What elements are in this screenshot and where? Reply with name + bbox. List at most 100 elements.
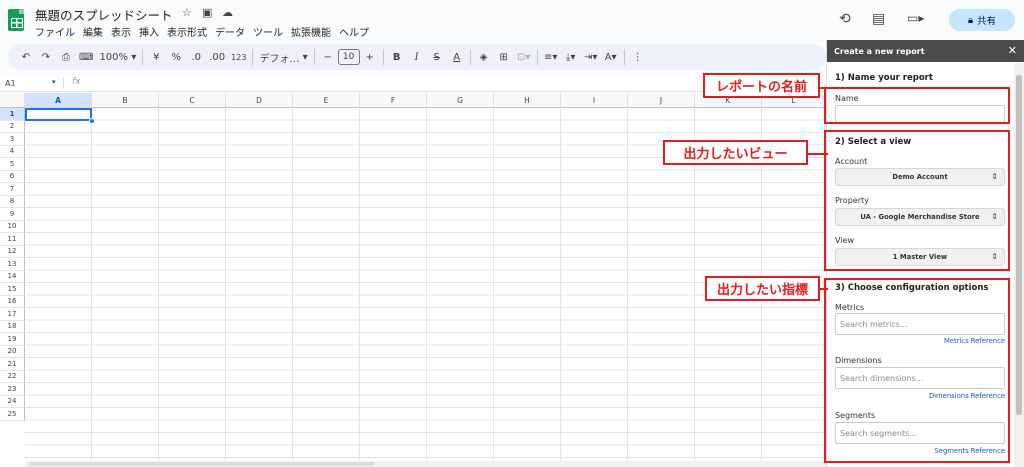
row-header[interactable]: 14 [0, 270, 25, 283]
row-header[interactable]: 25 [0, 408, 25, 421]
panel-title: Create a new report [834, 46, 925, 56]
zoom-select[interactable]: 100% ▾ [96, 47, 139, 67]
menu-format[interactable]: 表示形式 [167, 24, 207, 39]
italic-icon[interactable]: I [407, 47, 427, 67]
selected-cell[interactable] [25, 108, 92, 121]
row-header[interactable]: 1 [0, 108, 25, 121]
sheets-logo-icon[interactable] [8, 9, 24, 31]
row-header[interactable]: 19 [0, 333, 25, 346]
increase-decimal-button[interactable]: .00 [206, 47, 228, 67]
column-header[interactable]: I [561, 93, 628, 108]
comments-icon[interactable]: ▤ [872, 11, 885, 27]
annotation-box-metrics [824, 278, 1010, 463]
menu-data[interactable]: データ [215, 24, 245, 39]
font-value: デフォ… [259, 53, 300, 65]
fill-color-icon[interactable]: ◈ [474, 47, 494, 67]
row-header[interactable]: 21 [0, 358, 25, 371]
history-icon[interactable]: ⟲ [839, 11, 851, 27]
merge-cells-icon[interactable]: ⊡▾ [514, 47, 534, 67]
menu-insert[interactable]: 挿入 [139, 24, 159, 39]
row-header[interactable]: 18 [0, 320, 25, 333]
share-button[interactable]: 🔒︎ 共有 [949, 9, 1015, 31]
font-size-increase-icon[interactable]: + [360, 47, 380, 67]
close-icon[interactable]: ✕ [1008, 44, 1017, 57]
menu-edit[interactable]: 編集 [83, 24, 103, 39]
row-header[interactable]: 10 [0, 220, 25, 233]
divider [63, 77, 64, 89]
column-header[interactable]: F [360, 93, 427, 108]
row-header[interactable]: 16 [0, 295, 25, 308]
row-header[interactable]: 15 [0, 283, 25, 296]
row-header[interactable]: 4 [0, 145, 25, 158]
select-all-corner[interactable] [0, 93, 25, 108]
menu-view[interactable]: 表示 [111, 24, 131, 39]
row-header[interactable]: 6 [0, 170, 25, 183]
text-rotation-icon[interactable]: A▾ [601, 47, 621, 67]
horizontal-scrollbar[interactable] [25, 461, 826, 467]
horizontal-align-icon[interactable]: ≡▾ [541, 47, 561, 67]
divider [252, 49, 254, 65]
borders-icon[interactable]: ⊞ [494, 47, 514, 67]
scrollbar-thumb[interactable] [1016, 75, 1022, 415]
chevron-down-icon[interactable]: ▾ [52, 78, 56, 86]
row-header[interactable]: 8 [0, 195, 25, 208]
font-size-decrease-icon[interactable]: − [318, 47, 338, 67]
row-header[interactable]: 9 [0, 208, 25, 221]
name-box[interactable]: A1 [5, 79, 16, 88]
divider [623, 49, 625, 65]
row-header[interactable]: 24 [0, 395, 25, 408]
column-header[interactable]: G [427, 93, 494, 108]
column-header[interactable]: J [628, 93, 695, 108]
redo-icon[interactable]: ↷ [36, 47, 56, 67]
annotation-report-name: レポートの名前 [703, 73, 820, 98]
column-header[interactable]: H [494, 93, 561, 108]
menu-help[interactable]: ヘルプ [339, 24, 369, 39]
column-header[interactable]: E [293, 93, 360, 108]
chevron-down-icon: ▾ [302, 51, 308, 63]
row-header[interactable]: 13 [0, 258, 25, 271]
fill-handle[interactable] [89, 118, 95, 124]
row-header[interactable]: 2 [0, 120, 25, 133]
row-header[interactable]: 5 [0, 158, 25, 171]
undo-icon[interactable]: ↶ [16, 47, 36, 67]
divider [142, 49, 144, 65]
font-select[interactable]: デフォ… ▾ [256, 47, 310, 67]
row-header[interactable]: 3 [0, 133, 25, 146]
number-format-button[interactable]: 123 [228, 47, 249, 67]
meet-video-icon[interactable]: ▭▸ [907, 11, 924, 25]
decrease-decimal-button[interactable]: .0 [186, 47, 206, 67]
vertical-scrollbar[interactable] [1014, 63, 1024, 467]
more-options-icon[interactable]: ⋮ [628, 47, 648, 67]
annotation-leader [808, 153, 828, 155]
text-color-icon[interactable]: A [447, 47, 467, 67]
row-header[interactable]: 17 [0, 308, 25, 321]
column-header[interactable]: A [25, 93, 92, 108]
menu-extensions[interactable]: 拡張機能 [291, 24, 331, 39]
percent-format-button[interactable]: % [166, 47, 186, 67]
column-header[interactable]: D [226, 93, 293, 108]
menu-file[interactable]: ファイル [35, 24, 75, 39]
vertical-align-icon[interactable]: ⤓▾ [561, 47, 581, 67]
star-icon[interactable]: ☆ [182, 6, 192, 19]
scrollbar-thumb[interactable] [29, 462, 374, 466]
row-header[interactable]: 20 [0, 345, 25, 358]
row-header[interactable]: 11 [0, 233, 25, 246]
row-header[interactable]: 23 [0, 383, 25, 396]
move-folder-icon[interactable]: ▣ [202, 6, 212, 19]
column-header[interactable]: C [159, 93, 226, 108]
paint-format-icon[interactable]: ⌨ [76, 47, 96, 67]
row-header[interactable]: 22 [0, 370, 25, 383]
row-header[interactable]: 12 [0, 245, 25, 258]
column-header[interactable]: B [92, 93, 159, 108]
row-header[interactable]: 7 [0, 183, 25, 196]
currency-format-button[interactable]: ¥ [146, 47, 166, 67]
menu-tools[interactable]: ツール [253, 24, 283, 39]
bold-icon[interactable]: B [387, 47, 407, 67]
font-size-input[interactable]: 10 [337, 49, 360, 65]
cloud-status-icon[interactable]: ☁ [222, 6, 233, 19]
annotation-leader [820, 288, 828, 290]
text-wrap-icon[interactable]: ⇥▾ [581, 47, 601, 67]
print-icon[interactable]: ⎙ [56, 47, 76, 67]
document-title[interactable]: 無題のスプレッドシート [35, 5, 173, 24]
strikethrough-icon[interactable]: S [427, 47, 447, 67]
